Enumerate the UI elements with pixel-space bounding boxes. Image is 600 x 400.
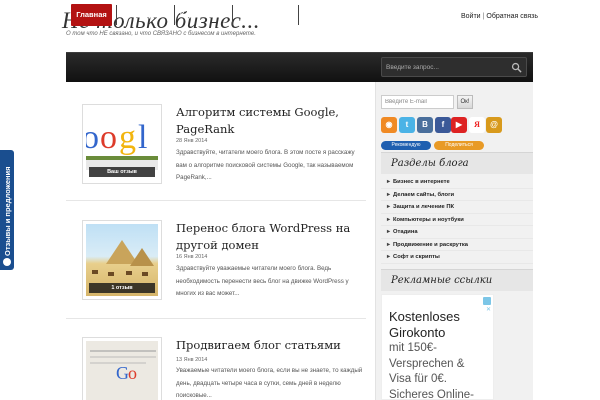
feedback-tab-label: Отзывы и предложения (3, 166, 12, 256)
nav-item-cart[interactable]: Ваша корзина (118, 4, 170, 26)
site-tagline: О том что НЕ связано, и что СВЯЗАНО с би… (66, 31, 256, 37)
close-icon[interactable]: ✕ (486, 306, 491, 313)
category-item[interactable]: Софт и скрипты (381, 251, 533, 264)
post-title[interactable]: Перенос блога WordPress на другой домен (176, 220, 366, 254)
adchoices-icon[interactable] (483, 297, 491, 305)
feedback-icon (3, 258, 11, 266)
youtube-icon[interactable]: ▶ (451, 117, 467, 133)
post-title[interactable]: Продвигаем блог статьями (176, 337, 366, 354)
nav-item-sitemap[interactable]: Карта сайта (176, 4, 228, 26)
svg-text:l: l (138, 119, 147, 156)
feedback-link[interactable]: Обратная связь (486, 13, 538, 20)
email-field[interactable] (381, 95, 454, 109)
nav-item-feedback[interactable]: Обратная связь (234, 4, 294, 26)
ad-body: mit 150€-Versprechen & Visa für 0€. Sich… (389, 342, 475, 400)
post-thumbnail[interactable]: G o (82, 337, 162, 400)
ad-heading[interactable]: Kostenloses Girokonto (389, 309, 479, 341)
category-item[interactable]: Защита и лечение ПК (381, 201, 533, 214)
subscribe-button[interactable]: Ок! (457, 95, 473, 109)
post-date: 16 Янв 2014 (176, 254, 208, 260)
post-excerpt: Уважаемые читатели моего блога, если вы … (176, 367, 363, 399)
share-button[interactable]: Поделиться (434, 141, 484, 150)
post-title[interactable]: Алгоритм системы Google, PageRank (176, 104, 366, 138)
category-list: Бизнес в интернете Делаем сайты, блоги З… (381, 176, 533, 264)
post-excerpt: Здравствуйте уважаемые читатели моего бл… (176, 265, 349, 297)
post-thumbnail[interactable]: 1 отзыв (82, 220, 162, 300)
mail-icon[interactable]: @ (486, 117, 502, 133)
post-divider (66, 200, 366, 201)
post-divider (66, 318, 366, 319)
nav-item-about[interactable]: Об авторе (300, 4, 346, 26)
category-item[interactable]: Делаем сайты, блоги (381, 189, 533, 201)
category-item[interactable]: Бизнес в интернете (381, 176, 533, 189)
vkontakte-icon[interactable]: B (417, 117, 433, 133)
comments-badge[interactable]: Ваш отзыв (89, 167, 155, 177)
search-input[interactable] (386, 61, 506, 73)
svg-text:g: g (119, 119, 136, 156)
post-thumbnail[interactable]: o o g l Ваш отзыв (82, 104, 162, 184)
svg-text:o: o (100, 119, 117, 156)
post-date: 13 Янв 2014 (176, 357, 208, 363)
nav-divider (116, 5, 117, 25)
recommend-button[interactable]: Рекомендую (381, 141, 431, 150)
top-links: Войти | Обратная связь (461, 13, 538, 20)
newspaper-google-image: G o (86, 341, 158, 400)
svg-text:o: o (128, 363, 137, 383)
facebook-icon[interactable]: f (435, 117, 451, 133)
rss-icon[interactable]: ◉ (381, 117, 397, 133)
ad-block[interactable]: ✕ Kostenloses Girokonto mit 150€-Verspre… (381, 294, 494, 400)
search-box (381, 57, 527, 77)
twitter-icon[interactable]: t (399, 117, 415, 133)
post-date: 28 Янв 2014 (176, 138, 208, 144)
yandex-icon[interactable]: Я (469, 117, 485, 133)
nav-divider (298, 5, 299, 25)
ads-widget-title: Рекламные ссылки (381, 269, 533, 291)
post-excerpt: Здравствуйте, читатели моего блога. В эт… (176, 149, 355, 181)
comments-badge[interactable]: 1 отзыв (89, 283, 155, 293)
nav-item-home[interactable]: Главная (71, 4, 112, 26)
sections-widget-title: Разделы блога (381, 152, 533, 174)
category-item[interactable]: Компьютеры и ноутбуки (381, 214, 533, 226)
nav-divider (232, 5, 233, 25)
category-item[interactable]: Продвижение и раскрутка (381, 239, 533, 251)
svg-text:o: o (86, 119, 99, 156)
login-link[interactable]: Войти (461, 13, 481, 20)
feedback-tab[interactable]: Отзывы и предложения (0, 150, 14, 270)
search-icon[interactable] (511, 62, 522, 73)
category-item[interactable]: Отадина (381, 226, 533, 239)
nav-divider (174, 5, 175, 25)
